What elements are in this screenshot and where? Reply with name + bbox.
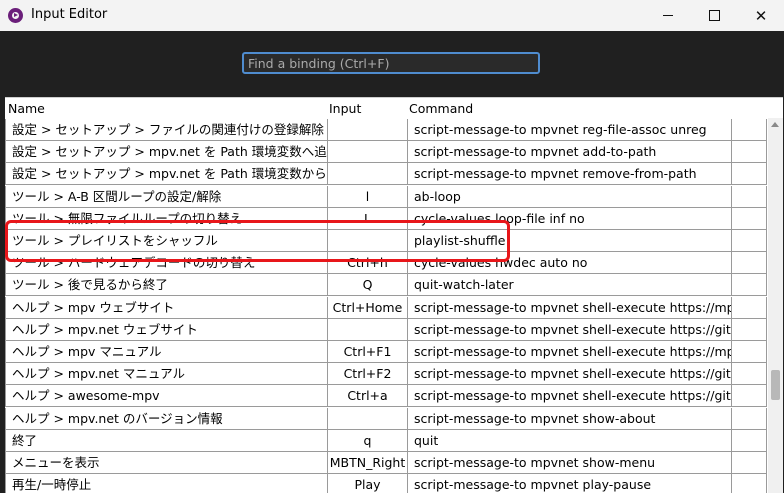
name-cell[interactable]: 再生/一時停止	[5, 474, 327, 493]
name-cell[interactable]: 終了	[5, 429, 327, 451]
scroll-thumb[interactable]	[771, 370, 780, 400]
command-cell[interactable]: script-message-to mpvnet show-menu	[407, 452, 731, 473]
empty-cell	[731, 407, 767, 429]
empty-cell	[731, 163, 767, 185]
column-header-input[interactable]: Input	[329, 101, 361, 116]
empty-cell	[731, 385, 767, 407]
scroll-up-arrow-icon[interactable]	[771, 122, 779, 127]
command-cell[interactable]: script-message-to mpvnet show-about	[407, 407, 731, 429]
name-cell[interactable]: ヘルプ > awesome-mpv	[5, 385, 327, 407]
maximize-icon	[708, 10, 720, 21]
window-title: Input Editor	[31, 7, 108, 22]
table-row[interactable]: 再生/一時停止 Play script-message-to mpvnet play…	[5, 474, 767, 493]
table-row[interactable]: ヘルプ > awesome-mpv Ctrl+a script-message-to…	[5, 385, 767, 408]
input-cell[interactable]	[327, 141, 407, 163]
input-cell[interactable]: Ctrl+F2	[327, 363, 407, 385]
command-cell[interactable]: script-message-to mpvnet shell-execute h…	[407, 363, 731, 385]
command-cell[interactable]: ab-loop	[407, 185, 731, 207]
input-cell[interactable]: Ctrl+a	[327, 385, 407, 407]
table-row[interactable]: ヘルプ > mpv.net マニュアル Ctrl+F2 script-message…	[5, 363, 767, 386]
command-cell[interactable]: script-message-to mpvnet add-to-path	[407, 141, 731, 163]
empty-cell	[731, 474, 767, 493]
command-cell[interactable]: script-message-to mpvnet remove-from-pat…	[407, 163, 731, 185]
table-row[interactable]: ヘルプ > mpv.net ウェブサイト script-message-to mp…	[5, 318, 767, 341]
minimize-icon	[663, 15, 673, 16]
table-row[interactable]: 設定 > セットアップ > mpv.net を Path 環境変数から削除 scr…	[5, 163, 767, 186]
command-cell[interactable]: script-message-to mpvnet shell-execute h…	[407, 341, 731, 362]
search-box[interactable]	[242, 52, 540, 74]
empty-cell	[731, 318, 767, 340]
table-row[interactable]: 終了 q quit	[5, 429, 767, 452]
command-cell[interactable]: quit-watch-later	[407, 274, 731, 296]
command-cell[interactable]: script-message-to mpvnet reg-file-assoc …	[407, 119, 731, 140]
input-cell[interactable]: Ctrl+Home	[327, 296, 407, 318]
command-cell[interactable]: script-message-to mpvnet play-pause	[407, 474, 731, 493]
name-cell[interactable]: メニューを表示	[5, 452, 327, 473]
table-row[interactable]: ツール > 後で見るから終了 Qquit-watch-later	[5, 274, 767, 297]
input-cell[interactable]: q	[327, 429, 407, 451]
bindings-table: Name Input Command 設定 > セットアップ > ファイルの関連…	[5, 97, 783, 493]
input-cell[interactable]	[327, 119, 407, 140]
name-cell[interactable]: 設定 > セットアップ > mpv.net を Path 環境変数へ追加	[5, 141, 327, 163]
input-cell[interactable]	[327, 407, 407, 429]
command-cell[interactable]: script-message-to mpvnet shell-execute h…	[407, 385, 731, 407]
table-row[interactable]: 設定 > セットアップ > mpv.net を Path 環境変数へ追加 scri…	[5, 141, 767, 164]
title-bar: Input Editor ✕	[0, 0, 784, 31]
table-row[interactable]: メニューを表示 MBTN_Right script-message-to mpvne…	[5, 452, 767, 474]
table-row[interactable]: 設定 > セットアップ > ファイルの関連付けの登録解除 script-messa…	[5, 119, 767, 141]
empty-cell	[731, 185, 767, 207]
empty-cell	[731, 207, 767, 229]
input-cell[interactable]	[327, 318, 407, 340]
input-cell[interactable]: Q	[327, 274, 407, 296]
maximize-button[interactable]	[691, 0, 737, 31]
empty-cell	[731, 296, 767, 318]
table-row[interactable]: ヘルプ > mpv.net のバージョン情報 script-message-to …	[5, 407, 767, 430]
input-cell[interactable]: MBTN_Right	[327, 452, 407, 473]
input-cell[interactable]: l	[327, 185, 407, 207]
mpv-icon	[8, 8, 23, 23]
name-cell[interactable]: ヘルプ > mpv.net ウェブサイト	[5, 318, 327, 340]
empty-cell	[731, 452, 767, 473]
empty-cell	[731, 252, 767, 274]
close-icon: ✕	[754, 6, 768, 25]
empty-cell	[731, 119, 767, 140]
minimize-button[interactable]	[645, 0, 691, 31]
close-button[interactable]: ✕	[738, 0, 784, 31]
command-cell[interactable]: quit	[407, 429, 731, 451]
column-header-name[interactable]: Name	[8, 101, 45, 116]
empty-cell	[731, 141, 767, 163]
input-cell[interactable]	[327, 163, 407, 185]
table-row[interactable]: ヘルプ > mpv ウェブサイト Ctrl+Home script-message-…	[5, 296, 767, 319]
name-cell[interactable]: ヘルプ > mpv マニュアル	[5, 341, 327, 362]
empty-cell	[731, 274, 767, 296]
name-cell[interactable]: ツール > A-B 区間ループの設定/解除	[5, 185, 327, 207]
table-row[interactable]: ツール > A-B 区間ループの設定/解除 l ab-loop	[5, 185, 767, 208]
highlight-box	[5, 220, 510, 262]
name-cell[interactable]: ヘルプ > mpv.net マニュアル	[5, 363, 327, 385]
vertical-scrollbar[interactable]	[768, 118, 783, 493]
empty-cell	[731, 230, 767, 251]
name-cell[interactable]: ヘルプ > mpv.net のバージョン情報	[5, 407, 327, 429]
column-header-command[interactable]: Command	[409, 101, 473, 116]
input-cell[interactable]: Ctrl+F1	[327, 341, 407, 362]
empty-cell	[731, 363, 767, 385]
name-cell[interactable]: 設定 > セットアップ > ファイルの関連付けの登録解除	[5, 119, 327, 140]
search-input[interactable]	[248, 54, 534, 72]
name-cell[interactable]: ツール > 後で見るから終了	[5, 274, 327, 296]
input-cell[interactable]: Play	[327, 474, 407, 493]
command-cell[interactable]: script-message-to mpvnet shell-execute h…	[407, 296, 731, 318]
command-cell[interactable]: script-message-to mpvnet shell-execute h…	[407, 318, 731, 340]
name-cell[interactable]: 設定 > セットアップ > mpv.net を Path 環境変数から削除	[5, 163, 327, 185]
table-row[interactable]: ヘルプ > mpv マニュアル Ctrl+F1 script-message-to …	[5, 341, 767, 363]
empty-cell	[731, 429, 767, 451]
empty-cell	[731, 341, 767, 362]
name-cell[interactable]: ヘルプ > mpv ウェブサイト	[5, 296, 327, 318]
table-header: Name Input Command	[5, 98, 783, 118]
